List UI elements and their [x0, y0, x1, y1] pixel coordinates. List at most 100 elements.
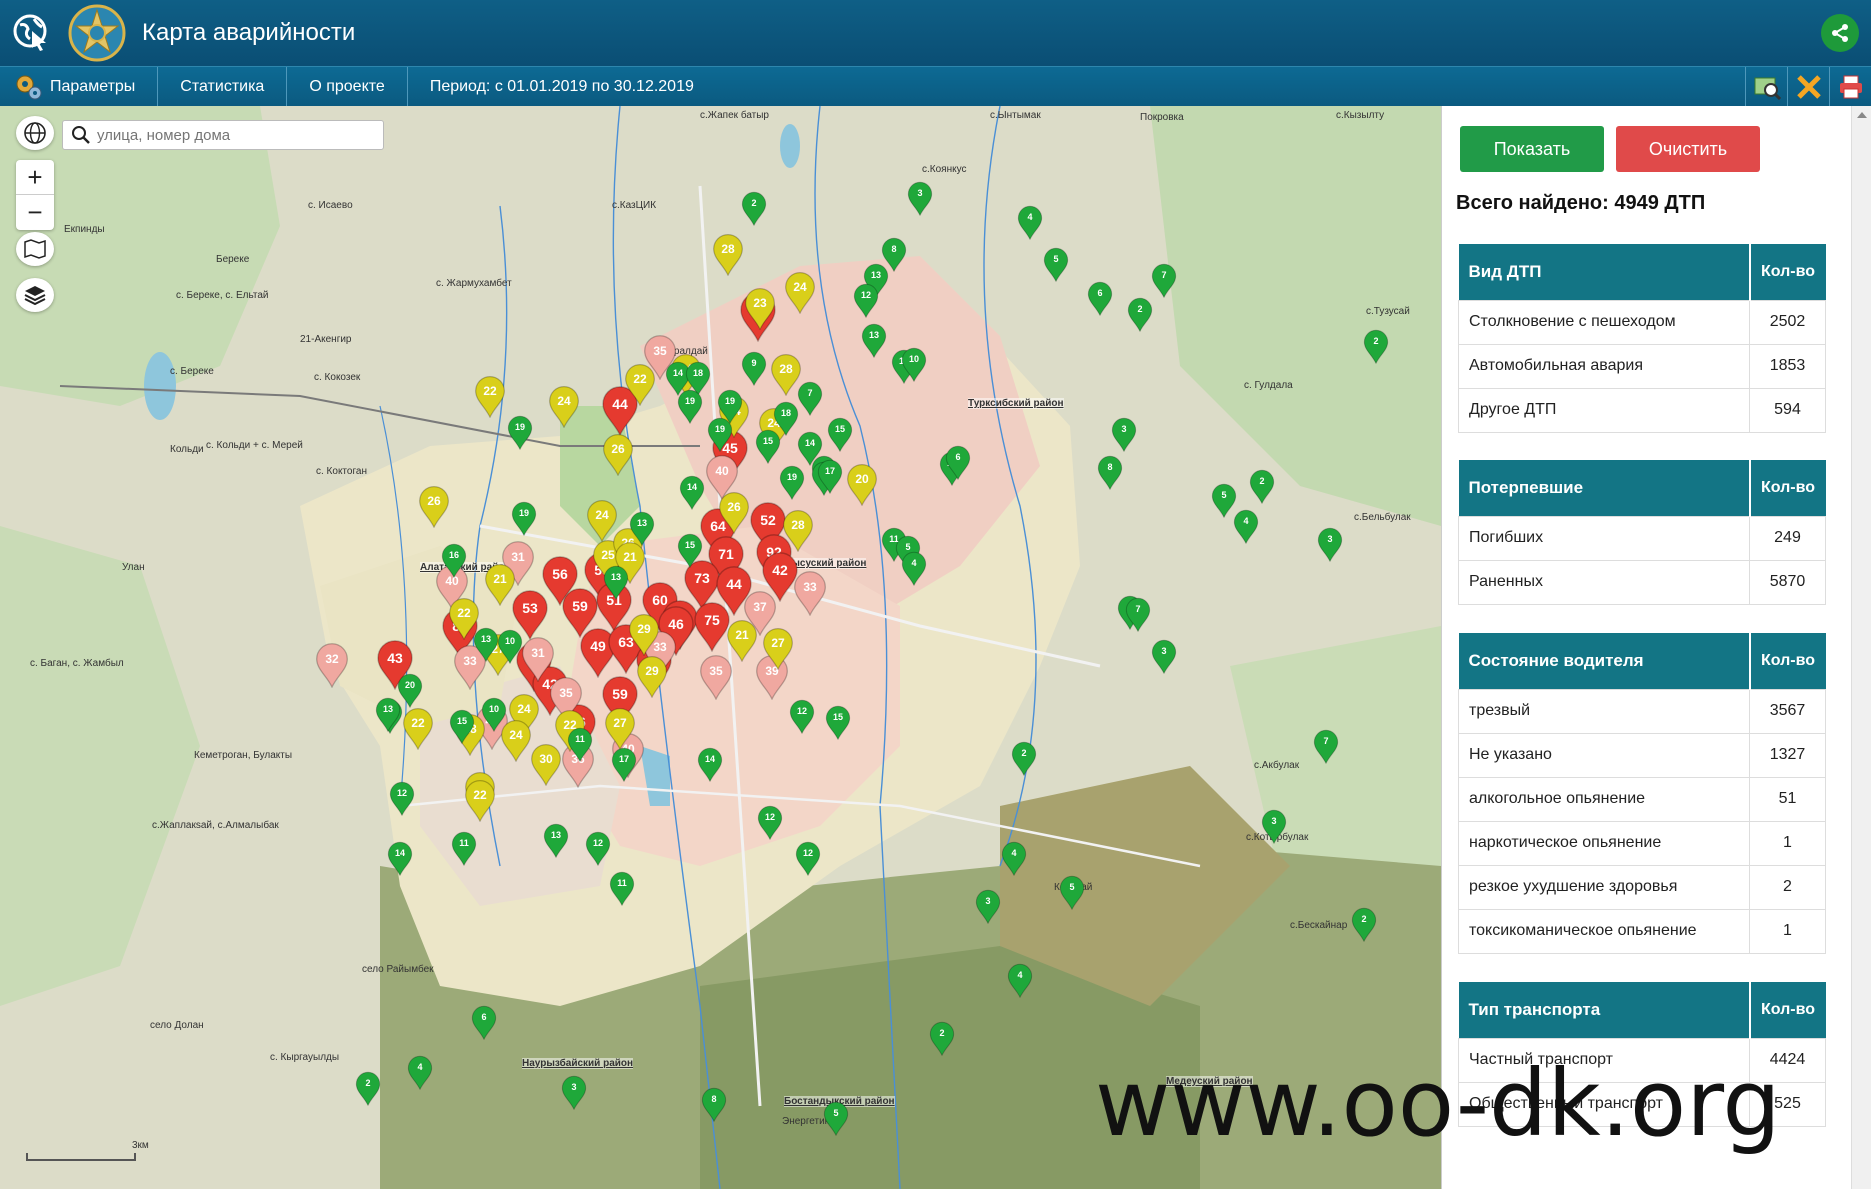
accident-marker[interactable]: 27 [604, 707, 636, 751]
menu-about[interactable]: О проекте [287, 66, 408, 107]
clear-button[interactable]: Очистить [1616, 126, 1760, 172]
accident-marker[interactable]: 14 [697, 747, 723, 783]
accident-marker[interactable]: 13 [543, 823, 569, 859]
accident-marker[interactable]: 17 [817, 459, 843, 495]
accident-marker[interactable]: 8 [881, 237, 907, 273]
accident-marker[interactable]: 22 [464, 779, 496, 823]
accident-marker[interactable]: 15 [449, 709, 475, 745]
accident-marker[interactable]: 32 [315, 642, 349, 689]
accident-marker[interactable]: 7 [1125, 597, 1151, 633]
accident-marker[interactable]: 28 [782, 509, 814, 553]
accident-marker[interactable]: 2 [355, 1071, 381, 1107]
globe-button[interactable] [16, 116, 54, 150]
accident-marker[interactable]: 3 [907, 181, 933, 217]
accident-marker[interactable]: 10 [497, 629, 523, 665]
accident-marker[interactable]: 3 [1317, 527, 1343, 563]
accident-marker[interactable]: 7 [1313, 729, 1339, 765]
accident-marker[interactable]: 21 [484, 563, 516, 607]
accident-marker[interactable]: 33 [793, 570, 827, 617]
accident-marker[interactable]: 14 [387, 841, 413, 877]
globe-cursor-icon[interactable] [12, 13, 52, 53]
accident-marker[interactable]: 22 [474, 375, 506, 419]
accident-marker[interactable]: 29 [636, 655, 668, 699]
accident-marker[interactable]: 4 [1001, 841, 1027, 877]
accident-marker[interactable]: 6 [471, 1005, 497, 1041]
accident-marker[interactable]: 3 [561, 1075, 587, 1111]
accident-marker[interactable]: 2 [1249, 469, 1275, 505]
accident-marker[interactable]: 14 [679, 475, 705, 511]
accident-marker[interactable]: 12 [389, 781, 415, 817]
accident-marker[interactable]: 10 [901, 347, 927, 383]
accident-marker[interactable]: 8 [701, 1087, 727, 1123]
accident-marker[interactable]: 13 [629, 511, 655, 547]
menu-params[interactable]: Параметры [0, 66, 159, 107]
accident-marker[interactable]: 29 [628, 613, 660, 657]
accident-marker[interactable]: 30 [530, 743, 562, 787]
accident-marker[interactable]: 2 [1363, 329, 1389, 365]
accident-marker[interactable]: 5 [1059, 875, 1085, 911]
accident-marker[interactable]: 12 [853, 283, 879, 319]
accident-marker[interactable]: 26 [718, 491, 750, 535]
accident-marker[interactable]: 11 [609, 871, 635, 907]
print-button[interactable] [1829, 67, 1871, 107]
accident-marker[interactable]: 26 [418, 485, 450, 529]
accident-marker[interactable]: 22 [624, 363, 656, 407]
tools-button[interactable] [1787, 67, 1829, 107]
panel-scrollbar[interactable] [1851, 106, 1871, 1189]
map-view[interactable]: с.Жапек батыр с.Ынтымак Покровка с.Кызыл… [0, 106, 1441, 1189]
accident-marker[interactable]: 6 [1087, 281, 1113, 317]
accident-marker[interactable]: 7 [1151, 263, 1177, 299]
accident-marker[interactable]: 22 [402, 707, 434, 751]
accident-marker[interactable]: 4 [407, 1055, 433, 1091]
accident-marker[interactable]: 2 [1127, 297, 1153, 333]
accident-marker[interactable]: 10 [481, 697, 507, 733]
map-type-button[interactable] [16, 232, 54, 266]
accident-marker[interactable]: 13 [861, 323, 887, 359]
accident-marker[interactable]: 24 [784, 271, 816, 315]
accident-marker[interactable]: 15 [677, 533, 703, 569]
accident-marker[interactable]: 8 [1097, 455, 1123, 491]
period-label[interactable]: Период: с 01.01.2019 по 30.12.2019 [408, 67, 716, 107]
accident-marker[interactable]: 4 [1017, 205, 1043, 241]
accident-marker[interactable]: 20 [846, 463, 878, 507]
accident-marker[interactable]: 12 [757, 805, 783, 841]
accident-marker[interactable]: 17 [611, 747, 637, 783]
map-search-button[interactable] [1745, 67, 1787, 107]
accident-marker[interactable]: 26 [602, 433, 634, 477]
accident-marker[interactable]: 2 [1011, 741, 1037, 777]
accident-marker[interactable]: 13 [375, 697, 401, 733]
accident-marker[interactable]: 15 [827, 417, 853, 453]
accident-marker[interactable]: 19 [511, 501, 537, 537]
accident-marker[interactable]: 19 [507, 415, 533, 451]
accident-marker[interactable]: 13 [473, 627, 499, 663]
scroll-up-icon[interactable] [1857, 112, 1867, 118]
search-input[interactable] [97, 126, 367, 144]
accident-marker[interactable]: 19 [677, 389, 703, 425]
accident-marker[interactable]: 2 [929, 1021, 955, 1057]
accident-marker[interactable]: 19 [707, 417, 733, 453]
address-search[interactable] [62, 120, 384, 150]
accident-marker[interactable]: 11 [451, 831, 477, 867]
accident-marker[interactable]: 12 [585, 831, 611, 867]
accident-marker[interactable]: 15 [825, 705, 851, 741]
accident-marker[interactable]: 5 [823, 1101, 849, 1137]
accident-marker[interactable]: 11 [567, 727, 593, 763]
accident-marker[interactable]: 19 [779, 465, 805, 501]
accident-marker[interactable]: 2 [741, 191, 767, 227]
accident-marker[interactable]: 12 [795, 841, 821, 877]
share-button[interactable] [1821, 14, 1859, 52]
accident-marker[interactable]: 5 [1043, 247, 1069, 283]
accident-marker[interactable]: 27 [762, 627, 794, 671]
zoom-out-button[interactable]: − [16, 195, 54, 230]
accident-marker[interactable]: 12 [789, 699, 815, 735]
accident-marker[interactable]: 15 [755, 429, 781, 465]
accident-marker[interactable]: 16 [441, 543, 467, 579]
layers-button[interactable] [16, 278, 54, 312]
accident-marker[interactable]: 23 [744, 287, 776, 331]
accident-marker[interactable]: 3 [975, 889, 1001, 925]
zoom-in-button[interactable]: + [16, 160, 54, 195]
accident-marker[interactable]: 24 [548, 385, 580, 429]
accident-marker[interactable]: 4 [1233, 509, 1259, 545]
accident-marker[interactable]: 13 [603, 565, 629, 601]
accident-marker[interactable]: 28 [712, 233, 744, 277]
